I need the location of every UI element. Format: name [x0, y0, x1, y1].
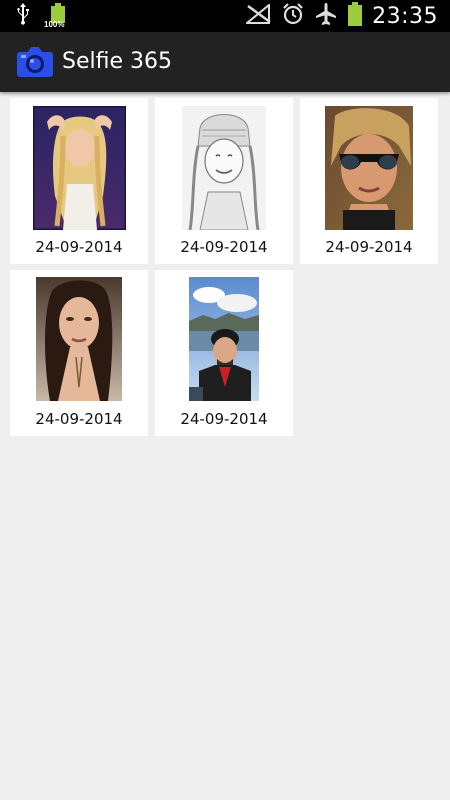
photo-date: 24-09-2014 — [35, 410, 123, 428]
action-bar: Selfie 365 — [0, 32, 450, 92]
status-bar: 100% 23:35 — [0, 0, 450, 32]
selfie-photo — [33, 106, 126, 230]
selfie-photo — [182, 106, 266, 230]
selfie-thumbnail-card[interactable]: 24-09-2014 — [155, 270, 293, 436]
usb-icon — [14, 2, 32, 30]
clock: 23:35 — [372, 3, 438, 29]
selfie-photo — [189, 277, 259, 401]
airplane-mode-icon — [314, 2, 338, 31]
selfie-thumbnail-card[interactable]: 24-09-2014 — [10, 98, 148, 264]
photo-date: 24-09-2014 — [35, 238, 123, 256]
camera-icon[interactable] — [16, 44, 54, 78]
selfie-thumbnail-card[interactable]: 24-09-2014 — [300, 98, 438, 264]
selfie-thumbnail-card[interactable]: 24-09-2014 — [10, 270, 148, 436]
photo-date: 24-09-2014 — [325, 238, 413, 256]
app-title: Selfie 365 — [62, 49, 172, 74]
photo-date: 24-09-2014 — [180, 410, 268, 428]
battery-percent-label: 100% — [44, 20, 65, 29]
selfie-photo — [325, 106, 413, 230]
battery-icon — [348, 1, 363, 31]
selfie-thumbnail-card[interactable]: 24-09-2014 — [155, 98, 293, 264]
selfie-photo — [36, 277, 122, 401]
alarm-icon — [282, 2, 304, 30]
no-signal-icon — [244, 2, 272, 29]
battery-full-icon: 100% — [44, 3, 68, 29]
photo-date: 24-09-2014 — [180, 238, 268, 256]
